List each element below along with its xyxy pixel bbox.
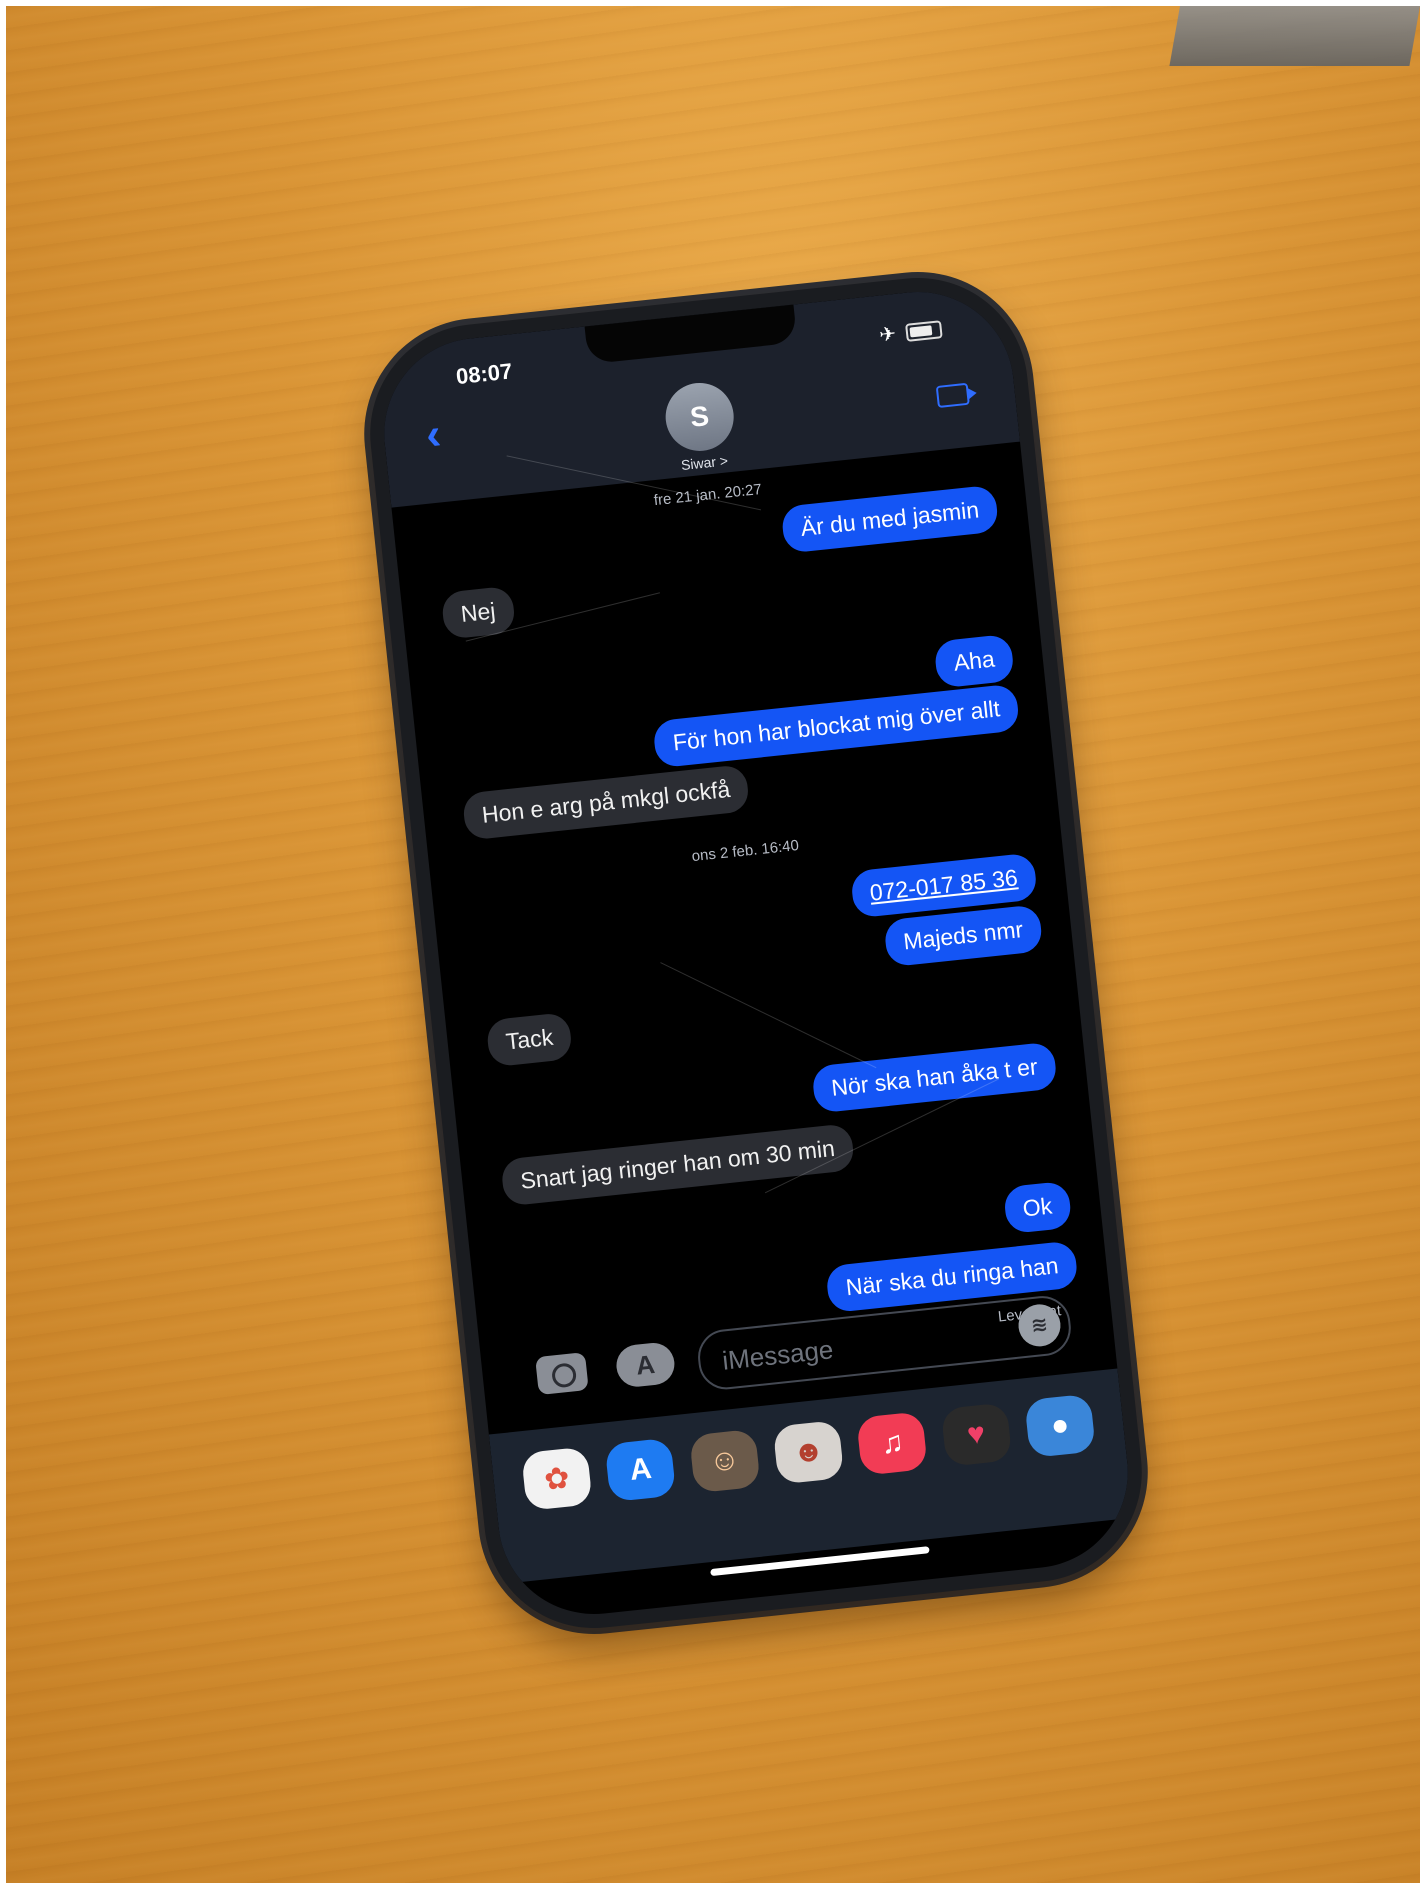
- video-call-icon[interactable]: [935, 382, 970, 408]
- message-bubble-incoming[interactable]: Tack: [485, 1011, 574, 1068]
- message-input[interactable]: iMessage ≋: [695, 1293, 1074, 1393]
- appstore-icon[interactable]: A: [604, 1437, 677, 1503]
- message-placeholder: iMessage: [720, 1334, 835, 1376]
- message-bubble-outgoing[interactable]: Aha: [933, 633, 1015, 689]
- battery-icon: [905, 320, 943, 342]
- message-bubble-outgoing[interactable]: För hon har blockat mig över allt: [652, 683, 1021, 769]
- photo-background: 08:07 ✈ ‹ S Siwar > fre 21 jan. 20:27 Är…: [6, 6, 1420, 1883]
- music-icon[interactable]: ♫: [856, 1411, 929, 1476]
- message-bubble-incoming[interactable]: Hon e arg på mkgl ockfå: [461, 764, 751, 841]
- phone-screen: 08:07 ✈ ‹ S Siwar > fre 21 jan. 20:27 Är…: [374, 282, 1138, 1624]
- message-bubble-outgoing[interactable]: Majeds nmr: [883, 904, 1044, 968]
- 8-ball-pool-icon[interactable]: ●: [1024, 1393, 1096, 1459]
- phone: 08:07 ✈ ‹ S Siwar > fre 21 jan. 20:27 Är…: [359, 267, 1153, 1639]
- message-bubble-outgoing[interactable]: Nör ska han åka t er: [811, 1041, 1058, 1114]
- message-bubble-outgoing[interactable]: Är du med jasmin: [780, 484, 1000, 554]
- airplane-icon: ✈: [878, 323, 898, 347]
- app-store-button[interactable]: A: [614, 1340, 677, 1389]
- digital-touch-icon[interactable]: ♥: [940, 1402, 1013, 1467]
- memoji-icon[interactable]: ☻: [772, 1419, 845, 1485]
- photos-icon[interactable]: ✿: [521, 1446, 593, 1511]
- message-bubble-incoming[interactable]: Snart jag ringer han om 30 min: [500, 1123, 855, 1207]
- audio-message-icon[interactable]: ≋: [1016, 1302, 1063, 1349]
- memoji-stickers-icon[interactable]: ☺: [688, 1428, 761, 1494]
- screen-crack: [660, 962, 877, 1069]
- corner-object: [1169, 6, 1420, 66]
- message-bubble-outgoing[interactable]: Ok: [1002, 1180, 1073, 1235]
- camera-icon[interactable]: [535, 1352, 589, 1396]
